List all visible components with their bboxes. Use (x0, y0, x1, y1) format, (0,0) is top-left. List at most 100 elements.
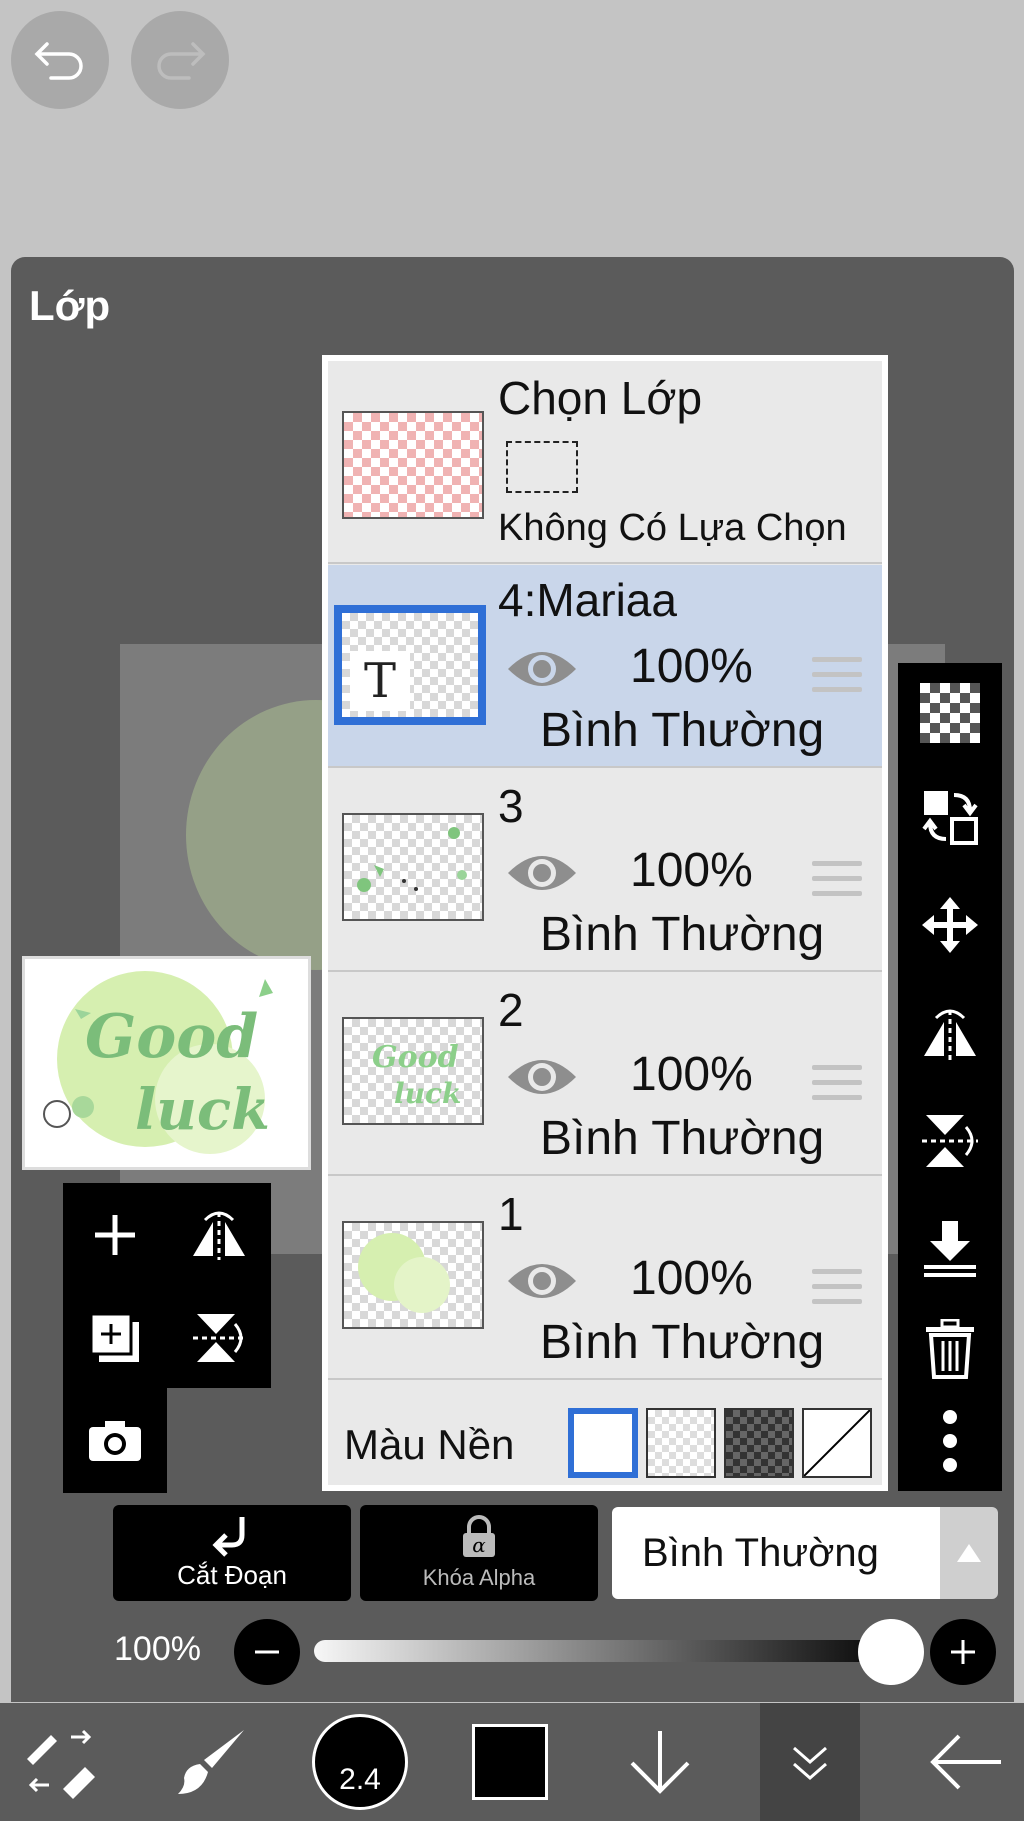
opacity-slider-thumb[interactable] (858, 1619, 924, 1685)
clipping-label: Cắt Đoạn (177, 1560, 287, 1590)
layer-blend-mode: Bình Thường (540, 704, 825, 757)
brush-eraser-swap-icon (27, 1729, 95, 1799)
layer-blend-mode: Bình Thường (540, 1112, 825, 1165)
delete-layer-button[interactable] (898, 1299, 1002, 1399)
canvas-preview[interactable]: Good luck (22, 956, 311, 1170)
add-layer-button[interactable] (63, 1183, 167, 1286)
eye-icon (508, 652, 576, 686)
layer-name: 3 (498, 780, 524, 832)
layer-row-2[interactable]: Good luck 2 100% Bình Thường (328, 973, 882, 1176)
layer-thumbnail (342, 1221, 484, 1329)
layers-list: Chọn Lớp Không Có Lựa Chọn T 4:Mariaa 10… (322, 355, 888, 1491)
preview-art: Good luck (43, 971, 273, 1154)
flip-horizontal-right-button[interactable] (898, 983, 1002, 1083)
layer-blend-mode: Bình Thường (540, 1316, 825, 1369)
lock-icon: α (463, 1515, 495, 1557)
layer-name: 4:Mariaa (498, 574, 677, 626)
blend-mode-select[interactable]: Bình Thường (612, 1507, 940, 1599)
plus-icon (951, 1640, 975, 1664)
selection-title: Chọn Lớp (498, 372, 703, 424)
thumb-text-good: Good (372, 1040, 459, 1075)
layers-panel-button[interactable] (760, 1703, 860, 1821)
text-layer-icon: T (350, 651, 410, 711)
drag-handle-icon[interactable] (812, 1269, 862, 1314)
selection-thumbnail (342, 411, 484, 519)
selection-subtitle: Không Có Lựa Chọn (498, 507, 847, 549)
opacity-increase-button[interactable] (930, 1619, 996, 1685)
drag-handle-icon[interactable] (812, 1065, 862, 1110)
drag-handle-icon[interactable] (812, 861, 862, 906)
flip-vertical-icon (193, 1313, 245, 1362)
layer-opacity: 100% (630, 640, 753, 693)
undo-button[interactable] (11, 11, 109, 109)
eye-icon (508, 1264, 576, 1298)
blend-mode-toggle[interactable] (940, 1507, 998, 1599)
clipping-icon (212, 1517, 245, 1557)
back-button[interactable] (920, 1703, 1010, 1821)
bg-swatch-transparent-light[interactable] (646, 1408, 716, 1478)
drag-handle-icon[interactable] (812, 657, 862, 702)
minus-icon (255, 1650, 279, 1654)
tool-switch-button[interactable] (20, 1703, 100, 1821)
bg-swatch-transparent-dark[interactable] (724, 1408, 794, 1478)
color-button[interactable] (470, 1703, 550, 1821)
layer-row-4[interactable]: T 4:Mariaa 100% Bình Thường (328, 565, 882, 768)
layer-thumbnail: Good luck (342, 1017, 484, 1125)
visibility-toggle[interactable] (506, 1257, 578, 1310)
bottom-toolbar: 2.4 (0, 1703, 1024, 1821)
background-label: Màu Nền (344, 1421, 515, 1468)
arrow-left-icon (930, 1734, 1001, 1790)
background-color-row: Màu Nền (328, 1393, 882, 1491)
layer-down-button[interactable] (620, 1703, 700, 1821)
preview-text-good: Good (85, 1002, 258, 1072)
duplicate-layer-button[interactable] (63, 1286, 167, 1389)
merge-down-icon (924, 1221, 976, 1277)
alpha-lock-button[interactable]: α Khóa Alpha (360, 1505, 598, 1601)
left-tool-cluster (63, 1183, 271, 1493)
layer-row-1[interactable]: 1 100% Bình Thường (328, 1177, 882, 1380)
opacity-label: 100% (114, 1630, 201, 1668)
chevron-double-down-icon (793, 1746, 827, 1780)
selection-layer-row[interactable]: Chọn Lớp Không Có Lựa Chọn (328, 361, 882, 564)
flip-vertical-right-button[interactable] (898, 1091, 1002, 1191)
color-swatch (472, 1724, 548, 1800)
visibility-toggle[interactable] (506, 849, 578, 902)
svg-text:α: α (472, 1533, 486, 1557)
flip-horizontal-button[interactable] (167, 1183, 271, 1286)
triangle-up-icon (957, 1544, 981, 1562)
selection-marquee-icon (506, 441, 578, 493)
flip-vertical-icon (922, 1115, 978, 1167)
layer-thumbnail (342, 813, 484, 921)
layer-opacity: 100% (630, 844, 753, 897)
flip-vertical-button[interactable] (167, 1286, 271, 1389)
flip-horizontal-icon (193, 1211, 245, 1260)
undo-icon (34, 42, 83, 80)
more-vertical-icon (943, 1410, 957, 1472)
brush-size-button[interactable]: 2.4 (310, 1703, 410, 1821)
layers-list-inner: Chọn Lớp Không Có Lựa Chọn T 4:Mariaa 10… (328, 361, 882, 1485)
trash-icon (926, 1319, 974, 1379)
panel-title: Lớp (29, 282, 111, 329)
camera-button[interactable] (63, 1388, 167, 1493)
opacity-decrease-button[interactable] (234, 1619, 300, 1685)
merge-down-button[interactable] (898, 1199, 1002, 1299)
redo-button[interactable] (131, 11, 229, 109)
bg-swatch-white[interactable] (568, 1408, 638, 1478)
opacity-slider-track[interactable] (314, 1640, 904, 1662)
clipping-button[interactable]: Cắt Đoạn (113, 1505, 351, 1601)
more-options-button[interactable] (898, 1391, 1002, 1491)
checker-icon (920, 683, 980, 743)
layer-row-3[interactable]: 3 100% Bình Thường (328, 769, 882, 972)
swap-layer-button[interactable] (898, 767, 1002, 867)
brush-size-indicator: 2.4 (312, 1714, 408, 1810)
layer-opacity: 100% (630, 1252, 753, 1305)
visibility-toggle[interactable] (506, 1053, 578, 1106)
brush-button[interactable] (170, 1703, 250, 1821)
bg-swatch-none[interactable] (802, 1408, 872, 1478)
visibility-toggle[interactable] (506, 645, 578, 698)
copy-layer-icon (89, 1312, 139, 1362)
move-button[interactable] (898, 875, 1002, 975)
redo-icon (157, 42, 206, 80)
transparency-button[interactable] (898, 663, 1002, 763)
layer-opacity: 100% (630, 1048, 753, 1101)
